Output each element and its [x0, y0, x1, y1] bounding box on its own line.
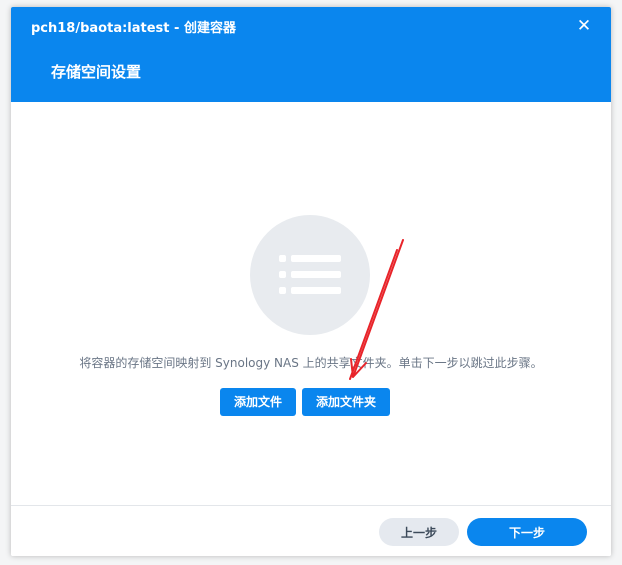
storage-illustration: [250, 215, 370, 335]
page-title: 存储空间设置: [51, 63, 142, 81]
add-folder-button[interactable]: 添加文件夹: [302, 388, 391, 416]
screen: pch18/baota:latest - 创建容器 ✕ 存储空间设置 将容器的存…: [0, 0, 622, 565]
close-icon[interactable]: ✕: [573, 15, 595, 37]
window-title: pch18/baota:latest - 创建容器: [31, 21, 236, 36]
add-file-button[interactable]: 添加文件: [220, 388, 297, 416]
dialog-content: 将容器的存储空间映射到 Synology NAS 上的共享文件夹。单击下一步以跳…: [11, 102, 611, 505]
list-icon: [279, 255, 341, 294]
dialog-header: pch18/baota:latest - 创建容器 ✕ 存储空间设置: [11, 7, 611, 102]
previous-step-button[interactable]: 上一步: [379, 518, 459, 546]
next-step-button[interactable]: 下一步: [467, 518, 587, 546]
storage-hint-text: 将容器的存储空间映射到 Synology NAS 上的共享文件夹。单击下一步以跳…: [79, 356, 543, 370]
add-buttons-row: 添加文件 添加文件夹: [220, 388, 391, 416]
create-container-dialog: pch18/baota:latest - 创建容器 ✕ 存储空间设置 将容器的存…: [11, 7, 611, 556]
dialog-footer: 上一步 下一步: [11, 505, 611, 556]
